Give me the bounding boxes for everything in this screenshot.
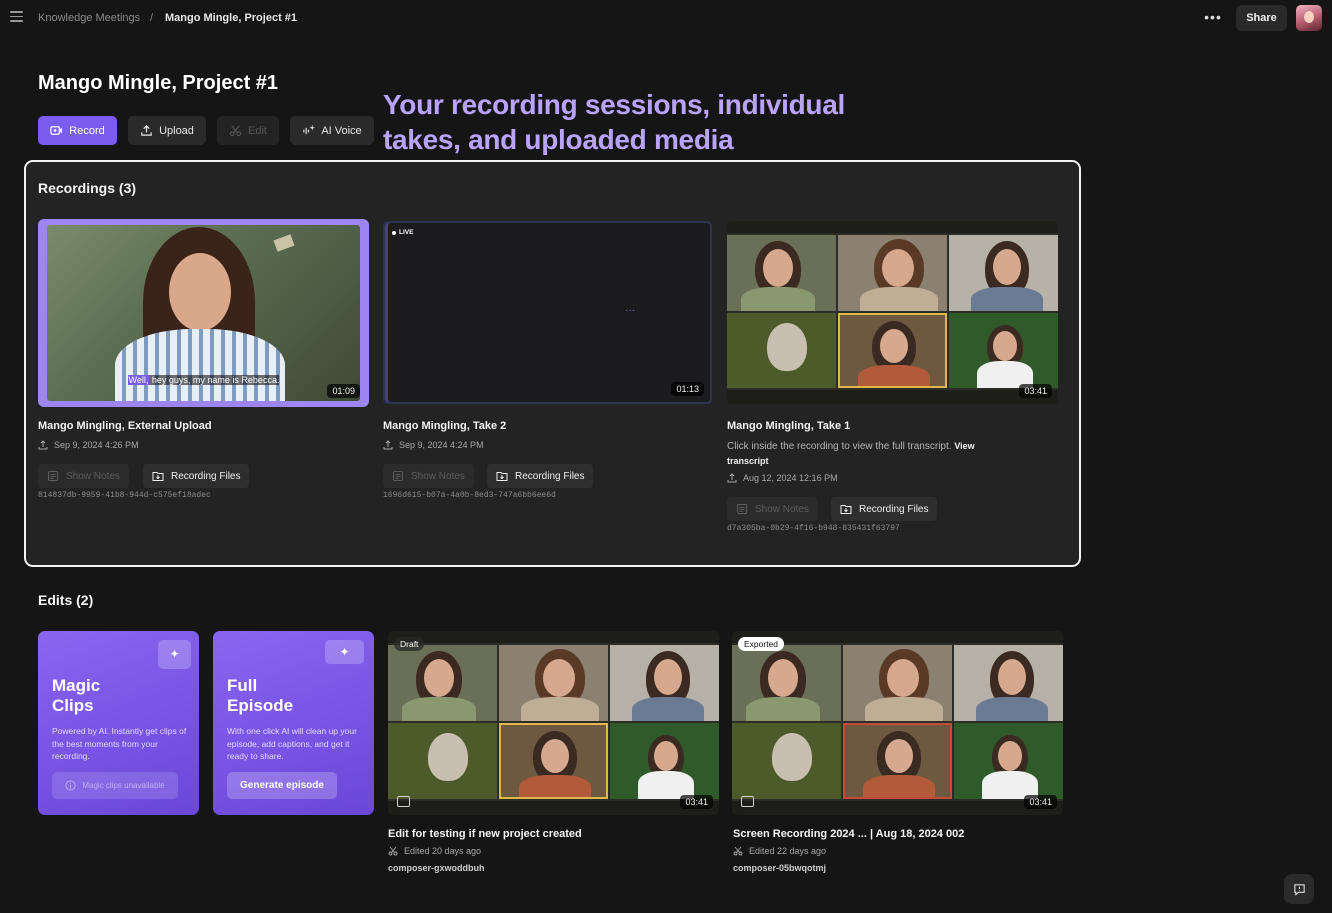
breadcrumb-current: Mango Mingle, Project #1: [165, 12, 298, 24]
edit-composer-id: composer-05bwqotmj: [733, 863, 827, 873]
breadcrumb-separator: /: [150, 12, 154, 24]
page-title: Mango Mingle, Project #1: [38, 72, 279, 94]
hamburger-menu-icon[interactable]: [10, 11, 23, 24]
sparkle-icon: ✦: [158, 640, 191, 669]
edit-thumbnail-exported[interactable]: Exported 03:41: [732, 631, 1063, 815]
recording-files-button[interactable]: Recording Files: [487, 464, 594, 488]
recordings-title: Recordings (3): [38, 180, 137, 196]
folder-download-icon: [152, 472, 164, 481]
notes-icon: [737, 504, 747, 514]
duration-label: 03:41: [680, 795, 713, 809]
transcript-icon[interactable]: [397, 796, 410, 807]
scissors-icon: [388, 846, 398, 856]
recording-date: Sep 9, 2024 4:26 PM: [38, 440, 139, 450]
full-episode-description: With one click AI will clean up your epi…: [227, 726, 357, 761]
recording-files-button[interactable]: Recording Files: [143, 464, 250, 488]
upload-icon: [141, 125, 152, 136]
notes-icon: [48, 471, 58, 481]
recording-description: Click inside the recording to view the f…: [727, 441, 975, 466]
record-icon: [50, 126, 63, 135]
scissors-icon: [229, 125, 242, 137]
folder-download-icon: [496, 472, 508, 481]
breadcrumb-root[interactable]: Knowledge Meetings: [38, 12, 140, 24]
recording-date: Aug 12, 2024 12:16 PM: [727, 473, 838, 483]
ai-voice-icon: [303, 124, 316, 135]
edit-title[interactable]: Screen Recording 2024 ... | Aug 18, 2024…: [733, 828, 964, 840]
show-notes-button[interactable]: Show Notes: [727, 497, 818, 521]
scissors-icon: [733, 846, 743, 856]
help-chat-icon: [1293, 883, 1305, 896]
edit-thumbnail-draft[interactable]: Draft 03:41: [388, 631, 719, 815]
record-button[interactable]: Record: [38, 116, 117, 145]
callout-line-2: takes, and uploaded media: [383, 124, 734, 155]
sparkle-icon: ✦: [325, 640, 364, 664]
show-notes-button[interactable]: Show Notes: [38, 464, 129, 488]
help-chat-button[interactable]: [1284, 874, 1314, 904]
show-notes-button[interactable]: Show Notes: [383, 464, 474, 488]
edit-title[interactable]: Edit for testing if new project created: [388, 828, 582, 840]
recording-id: 1696d615-b07a-4a0b-8ed3-747a6bb6ee6d: [383, 491, 556, 500]
live-indicator: LIVE: [392, 229, 413, 236]
recording-thumbnail-take-1[interactable]: 03:41: [727, 221, 1058, 404]
ai-voice-label: AI Voice: [321, 124, 362, 137]
upload-icon: [38, 440, 48, 450]
upload-icon: [727, 473, 737, 483]
top-bar: Knowledge Meetings / Mango Mingle, Proje…: [0, 0, 1332, 36]
edit-button[interactable]: Edit: [217, 116, 279, 145]
edits-title: Edits (2): [38, 592, 94, 608]
upload-icon: [383, 440, 393, 450]
recording-date: Sep 9, 2024 4:24 PM: [383, 440, 484, 450]
folder-download-icon: [840, 505, 852, 514]
recording-files-button[interactable]: Recording Files: [831, 497, 938, 521]
more-options-icon[interactable]: •••: [1200, 10, 1226, 28]
edit-composer-id: composer-gxwoddbuh: [388, 863, 485, 873]
transcript-icon[interactable]: [741, 796, 754, 807]
recording-title[interactable]: Mango Mingling, Take 1: [727, 420, 850, 432]
duration-label: 01:13: [671, 382, 704, 396]
edit-edited-time: Edited 22 days ago: [733, 846, 826, 856]
avatar[interactable]: [1296, 5, 1322, 31]
share-button[interactable]: Share: [1236, 5, 1287, 31]
full-episode-title: Full Episode: [227, 676, 294, 715]
status-badge: Draft: [394, 637, 425, 651]
recording-title[interactable]: Mango Mingling, External Upload: [38, 420, 212, 432]
recording-id: 814837db-9959-41b8-944d-c575ef18adec: [38, 491, 211, 500]
edit-edited-time: Edited 20 days ago: [388, 846, 481, 856]
edit-label: Edit: [248, 124, 267, 137]
recording-id: d7a305ba-0b29-4f16-b948-835431f63797: [727, 524, 900, 533]
duration-label: 01:09: [327, 384, 360, 398]
upload-label: Upload: [159, 124, 194, 137]
info-icon: [65, 780, 76, 791]
notes-icon: [393, 471, 403, 481]
ai-voice-button[interactable]: AI Voice: [290, 116, 374, 145]
upload-button[interactable]: Upload: [128, 116, 206, 145]
full-episode-card[interactable]: ✦ Full Episode With one click AI will cle…: [213, 631, 374, 815]
magic-clips-title: Magic Clips: [52, 676, 101, 715]
magic-clips-description: Powered by AI. Instantly get clips of th…: [52, 726, 187, 761]
magic-clips-card[interactable]: ✦ Magic Clips Powered by AI. Instantly ge…: [38, 631, 199, 815]
magic-clips-unavailable-button[interactable]: Magic clips unavailable: [52, 772, 178, 799]
callout-line-1: Your recording sessions, individual: [383, 89, 845, 120]
recording-thumbnail-external-upload[interactable]: Well, hey guys, my name is Rebecca. 01:0…: [38, 219, 369, 407]
status-badge: Exported: [738, 637, 785, 651]
recording-title[interactable]: Mango Mingling, Take 2: [383, 420, 506, 432]
recording-thumbnail-take-2[interactable]: LIVE ··· 01:13: [383, 221, 712, 404]
annotation-callout: Your recording sessions, individual take…: [383, 87, 943, 157]
duration-label: 03:41: [1019, 384, 1052, 398]
generate-episode-button[interactable]: Generate episode: [227, 772, 337, 799]
record-label: Record: [69, 124, 105, 137]
loading-dots-icon: ···: [625, 305, 635, 316]
caption-text: Well, hey guys, my name is Rebecca.: [127, 375, 280, 385]
duration-label: 03:41: [1024, 795, 1057, 809]
